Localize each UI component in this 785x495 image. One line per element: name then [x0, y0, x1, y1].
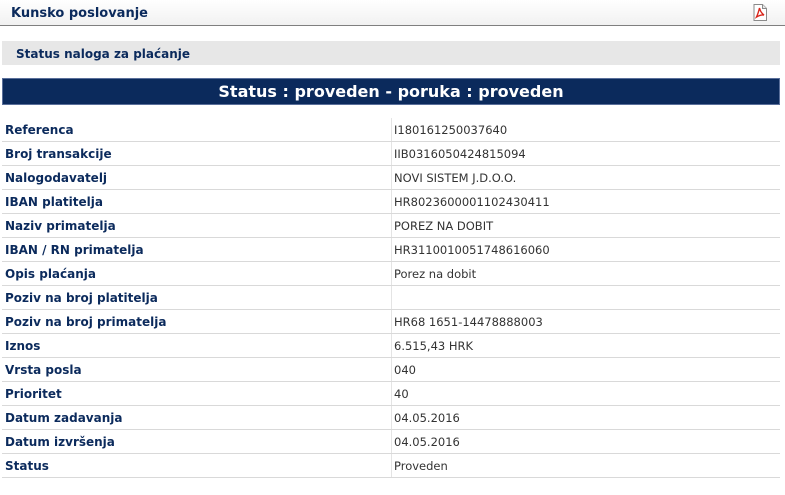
column-divider — [391, 334, 392, 357]
detail-label: Datum zadavanja — [5, 411, 123, 425]
detail-label: Naziv primatelja — [5, 219, 116, 233]
column-divider — [391, 190, 392, 213]
details-table: Referenca I180161250037640 Broj transakcij… — [2, 118, 780, 478]
column-divider — [391, 142, 392, 165]
column-divider — [391, 238, 392, 261]
detail-value: HR3110010051748616060 — [394, 243, 550, 257]
detail-value: IIB0316050424815094 — [394, 147, 526, 161]
column-divider — [391, 430, 392, 453]
detail-row: Poziv na broj primatelja HR68 1651-144788… — [2, 310, 780, 334]
detail-row: Vrsta posla 040 — [2, 358, 780, 382]
section-title: Status naloga za plaćanje — [16, 47, 191, 61]
detail-value: 040 — [394, 363, 416, 377]
column-divider — [391, 214, 392, 237]
column-divider — [391, 118, 392, 141]
detail-label: Poziv na broj primatelja — [5, 315, 167, 329]
detail-row: Datum zadavanja 04.05.2016 — [2, 406, 780, 430]
detail-label: Vrsta posla — [5, 363, 82, 377]
detail-label: Status — [5, 459, 49, 473]
detail-value: 04.05.2016 — [394, 411, 460, 425]
detail-label: Iznos — [5, 339, 41, 353]
detail-row: Iznos 6.515,43 HRK — [2, 334, 780, 358]
detail-row: Poziv na broj platitelja — [2, 286, 780, 310]
detail-label: IBAN / RN primatelja — [5, 243, 144, 257]
column-divider — [391, 454, 392, 477]
detail-value: POREZ NA DOBIT — [394, 219, 494, 233]
detail-row: Referenca I180161250037640 — [2, 118, 780, 142]
column-divider — [391, 382, 392, 405]
detail-label: Datum izvršenja — [5, 435, 115, 449]
top-header-bar: Kunsko poslovanje — [0, 0, 785, 26]
detail-row: Datum izvršenja 04.05.2016 — [2, 430, 780, 454]
detail-value: Porez na dobit — [394, 267, 477, 281]
column-divider — [391, 166, 392, 189]
detail-row: Opis plaćanja Porez na dobit — [2, 262, 780, 286]
detail-label: Opis plaćanja — [5, 267, 96, 281]
detail-value: HR8023600001102430411 — [394, 195, 550, 209]
detail-label: Nalogodavatelj — [5, 171, 108, 185]
detail-row: IBAN platitelja HR8023600001102430411 — [2, 190, 780, 214]
detail-value: Proveden — [394, 459, 448, 473]
detail-label: Prioritet — [5, 387, 62, 401]
detail-row: Nalogodavatelj NOVI SISTEM J.D.O.O. — [2, 166, 780, 190]
detail-value: 40 — [394, 387, 409, 401]
column-divider — [391, 262, 392, 285]
detail-label: Referenca — [5, 123, 74, 137]
status-banner: Status : proveden - poruka : proveden — [2, 78, 780, 105]
detail-row: Naziv primatelja POREZ NA DOBIT — [2, 214, 780, 238]
detail-row: Broj transakcije IIB0316050424815094 — [2, 142, 780, 166]
detail-value: 04.05.2016 — [394, 435, 460, 449]
detail-label: Broj transakcije — [5, 147, 112, 161]
detail-value: NOVI SISTEM J.D.O.O. — [394, 171, 517, 185]
column-divider — [391, 358, 392, 381]
detail-row: IBAN / RN primatelja HR311001005174861606… — [2, 238, 780, 262]
column-divider — [391, 310, 392, 333]
detail-row: Prioritet 40 — [2, 382, 780, 406]
page-title: Kunsko poslovanje — [11, 6, 148, 21]
pdf-icon[interactable] — [752, 4, 768, 21]
detail-value: HR68 1651-14478888003 — [394, 315, 543, 329]
section-header: Status naloga za plaćanje — [2, 41, 780, 65]
column-divider — [391, 406, 392, 429]
detail-value: I180161250037640 — [394, 123, 508, 137]
detail-label: IBAN platitelja — [5, 195, 103, 209]
detail-label: Poziv na broj platitelja — [5, 291, 158, 305]
column-divider — [391, 286, 392, 309]
detail-row: Status Proveden — [2, 454, 780, 478]
detail-value: 6.515,43 HRK — [394, 339, 474, 353]
